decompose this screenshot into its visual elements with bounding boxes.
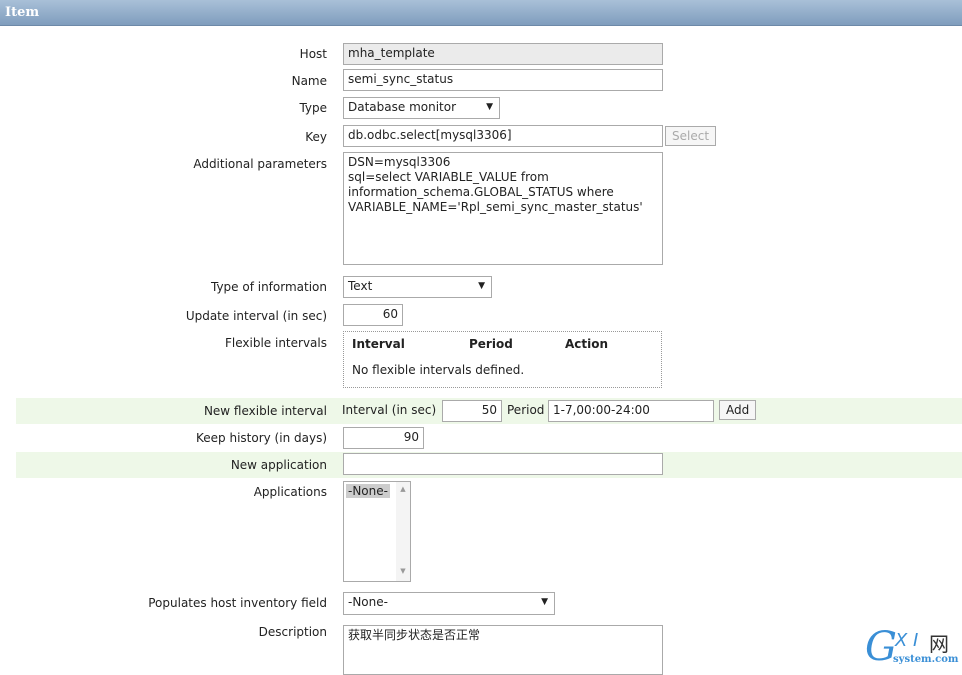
flex-interval-input[interactable]: 50 bbox=[442, 400, 502, 422]
update-label: Update interval (in sec) bbox=[185, 309, 327, 323]
inventory-value: -None- bbox=[348, 595, 388, 609]
type-select[interactable]: Database monitor bbox=[343, 97, 500, 119]
apps-listbox[interactable]: -None- ▲ ▼ bbox=[343, 481, 411, 582]
flex-empty: No flexible intervals defined. bbox=[352, 363, 525, 377]
col-action: Action bbox=[565, 337, 609, 351]
name-label: Name bbox=[291, 74, 327, 88]
params-line: VARIABLE_NAME='Rpl_semi_sync_master_stat… bbox=[348, 200, 643, 214]
host-field: mha_template bbox=[343, 43, 663, 65]
type-value: Database monitor bbox=[348, 100, 457, 114]
host-label: Host bbox=[299, 47, 327, 61]
new-app-input[interactable] bbox=[343, 453, 663, 475]
description-textarea[interactable]: 获取半同步状态是否正常 bbox=[343, 625, 663, 675]
apps-scrollbar[interactable]: ▲ ▼ bbox=[396, 482, 410, 581]
params-textarea[interactable]: DSN=mysql3306 sql=select VARIABLE_VALUE … bbox=[343, 152, 663, 265]
params-label: Additional parameters bbox=[193, 157, 327, 171]
key-label: Key bbox=[305, 130, 327, 144]
new-app-label: New application bbox=[230, 458, 327, 472]
select-button[interactable]: Select bbox=[665, 126, 717, 146]
info-type-select[interactable]: Text bbox=[343, 276, 492, 298]
params-line: sql=select VARIABLE_VALUE from bbox=[348, 170, 549, 184]
params-line: DSN=mysql3306 bbox=[348, 155, 451, 169]
flex-label: Flexible intervals bbox=[225, 336, 327, 350]
apps-option[interactable]: -None- bbox=[346, 484, 390, 498]
history-label: Keep history (in days) bbox=[196, 431, 327, 445]
col-period: Period bbox=[469, 337, 513, 351]
type-label: Type bbox=[299, 101, 327, 115]
inventory-label: Populates host inventory field bbox=[148, 596, 327, 610]
period-label: Period bbox=[507, 403, 545, 417]
info-type-value: Text bbox=[348, 279, 373, 293]
name-input[interactable]: semi_sync_status bbox=[343, 69, 663, 91]
flex-table: Interval Period Action No flexible inter… bbox=[343, 331, 662, 388]
info-type-label: Type of information bbox=[210, 280, 327, 294]
apps-label: Applications bbox=[253, 485, 327, 499]
params-line: information_schema.GLOBAL_STATUS where bbox=[348, 185, 614, 199]
update-input[interactable]: 60 bbox=[343, 304, 403, 326]
new-flex-label: New flexible interval bbox=[203, 404, 327, 418]
section-title: Item bbox=[5, 5, 40, 20]
description-label: Description bbox=[258, 625, 327, 639]
inventory-select[interactable]: -None- bbox=[343, 592, 555, 615]
interval-label: Interval (in sec) bbox=[342, 403, 437, 417]
key-input[interactable]: db.odbc.select[mysql3306] bbox=[343, 125, 663, 147]
add-button[interactable]: Add bbox=[719, 400, 757, 420]
flex-period-input[interactable]: 1-7,00:00-24:00 bbox=[548, 400, 714, 422]
section-header: Item bbox=[0, 0, 962, 26]
history-input[interactable]: 90 bbox=[343, 427, 424, 449]
watermark-logo: G X I 网 system.com bbox=[865, 624, 959, 670]
col-interval: Interval bbox=[352, 337, 405, 351]
